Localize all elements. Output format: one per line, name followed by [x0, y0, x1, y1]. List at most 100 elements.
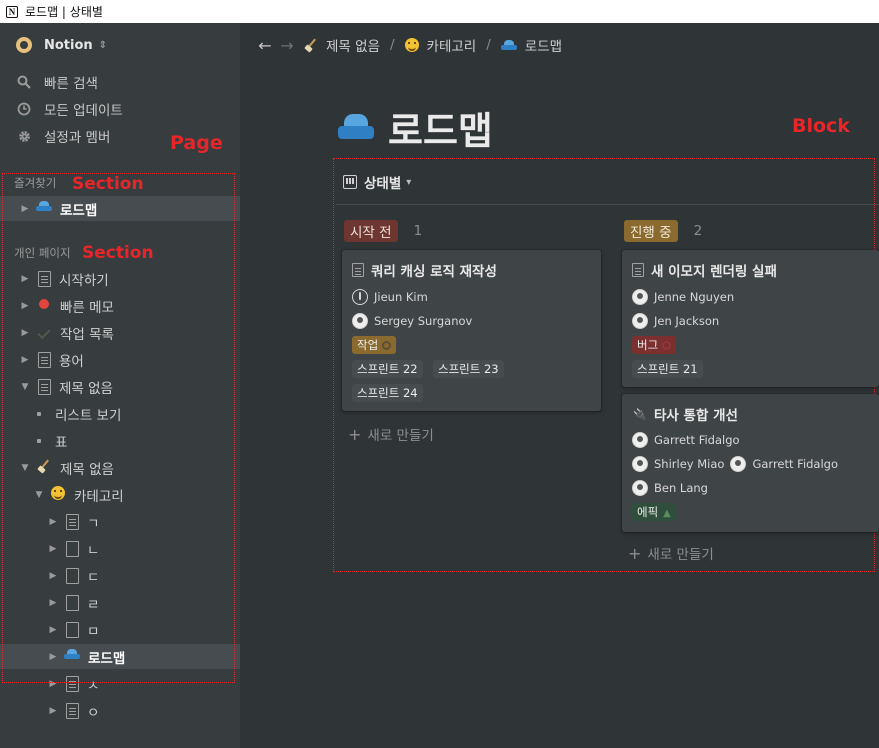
page-title[interactable]: 로드맵	[338, 100, 493, 155]
plug-icon: 🔌	[633, 407, 647, 421]
card-title-text: 새 이모지 렌더링 실패	[651, 264, 777, 280]
avatar	[352, 313, 368, 329]
menu-label: 설정과 멤버	[44, 130, 111, 146]
avatar	[632, 480, 648, 496]
page-icon	[632, 263, 644, 277]
wrench-icon	[382, 341, 392, 350]
new-button-label: 새로 만들기	[367, 428, 434, 444]
board-column-header-in-progress[interactable]: 진행 중 2	[624, 220, 702, 242]
breadcrumb-label: 카테고리	[426, 39, 477, 55]
avatar	[632, 456, 648, 472]
page-icon	[352, 263, 364, 277]
smiley-icon	[404, 38, 419, 52]
topbar: ← → 제목 없음 / 카테고리 / 로드맵	[240, 23, 879, 67]
sidebar-item-label: ㅇ	[87, 704, 100, 721]
settings-members-button[interactable]: 설정과 멤버	[16, 126, 110, 146]
clock-icon	[16, 101, 32, 117]
new-card-button-not-started[interactable]: + 새로 만들기	[348, 424, 434, 445]
car-icon	[338, 113, 374, 142]
workspace-switcher[interactable]: Notion ⇕	[16, 37, 107, 53]
search-icon	[16, 74, 32, 90]
window-title: 로드맵 | 상태별	[25, 5, 103, 19]
type-tag-label: 작업	[357, 338, 379, 352]
avatar	[632, 289, 648, 305]
mountain-icon: ▲	[663, 508, 671, 519]
breadcrumb-separator: /	[486, 37, 491, 53]
page-title-text: 로드맵	[388, 109, 493, 153]
assignee: Jen Jackson	[632, 313, 719, 329]
workspace-icon	[16, 37, 32, 53]
annotation-page: Page	[170, 132, 223, 154]
breadcrumb-category[interactable]: 카테고리	[404, 35, 477, 55]
status-tag: 시작 전	[344, 220, 398, 242]
sprint-tag: 스프린트 22	[352, 360, 423, 378]
assignee-name: Garrett Fidalgo	[654, 433, 740, 447]
assignee: Ben Lang	[632, 480, 708, 496]
type-tag: 작업	[352, 336, 397, 354]
notion-logo-icon: N	[6, 5, 18, 18]
forward-arrow-icon[interactable]: →	[276, 36, 298, 55]
breadcrumb-label: 로드맵	[524, 39, 563, 55]
chevron-down-icon: ▾	[406, 176, 412, 188]
assignee-name: Shirley Miao	[654, 457, 725, 471]
new-button-label: 새로 만들기	[647, 547, 714, 563]
avatar	[352, 289, 368, 305]
view-name: 상태별	[364, 176, 402, 192]
board-card[interactable]: 쿼리 캐싱 로직 재작성 Jieun Kim Sergey Surganov 작…	[342, 250, 601, 411]
avatar	[632, 432, 648, 448]
breadcrumb-roadmap[interactable]: 로드맵	[500, 35, 563, 55]
plus-icon: +	[628, 543, 642, 563]
window-titlebar: N 로드맵 | 상태별	[0, 0, 879, 23]
assignee: Jenne Nguyen	[632, 289, 734, 305]
card-title: 🔌 타사 통합 개선	[632, 404, 738, 425]
gear-icon	[16, 128, 32, 144]
assignee-name: Ben Lang	[654, 481, 708, 495]
broom-icon	[304, 38, 318, 52]
updown-chevron-icon: ⇕	[98, 39, 108, 51]
sprint-tag: 스프린트 21	[632, 360, 703, 378]
sidebar-item-ieung[interactable]: ▶ ㅇ	[0, 698, 240, 723]
avatar	[632, 313, 648, 329]
status-tag: 진행 중	[624, 220, 678, 242]
card-title: 새 이모지 렌더링 실패	[632, 260, 777, 280]
view-selector[interactable]: 상태별 ▾	[343, 172, 411, 192]
assignee-name: Sergey Surganov	[374, 314, 473, 328]
assignee-name: Jenne Nguyen	[654, 290, 735, 304]
new-card-button-in-progress[interactable]: + 새로 만들기	[628, 543, 714, 564]
board-view-icon	[343, 175, 357, 189]
all-updates-button[interactable]: 모든 업데이트	[16, 99, 123, 119]
type-tag: 버그	[632, 336, 677, 354]
column-count: 1	[413, 223, 423, 239]
board-column-header-not-started[interactable]: 시작 전 1	[344, 220, 422, 242]
back-arrow-icon[interactable]: ←	[254, 36, 276, 55]
avatar	[730, 456, 747, 472]
type-tag-label: 버그	[637, 338, 659, 352]
breadcrumb-untitled[interactable]: 제목 없음	[304, 35, 380, 55]
assignee-name: Garrett Fidalgo	[752, 457, 839, 471]
assignee: Shirley Miao Garrett Fidalgo	[632, 456, 838, 472]
breadcrumb-separator: /	[389, 37, 395, 53]
car-icon	[500, 39, 517, 51]
card-title: 쿼리 캐싱 로직 재작성	[352, 260, 497, 280]
menu-label: 모든 업데이트	[44, 103, 123, 119]
annotation-block: Block	[792, 115, 850, 137]
workspace-name: Notion	[44, 37, 93, 53]
bug-icon	[662, 341, 672, 350]
section-highlight-box	[2, 173, 235, 683]
sprint-tag: 스프린트 24	[352, 384, 423, 402]
view-divider	[336, 204, 879, 205]
breadcrumb-label: 제목 없음	[326, 39, 380, 55]
type-tag: 에픽 ▲	[632, 503, 676, 521]
board-card[interactable]: 새 이모지 렌더링 실패 Jenne Nguyen Jen Jackson 버그…	[622, 250, 879, 387]
page-icon	[66, 702, 79, 719]
assignee-name: Jieun Kim	[374, 290, 428, 304]
board-card[interactable]: 🔌 타사 통합 개선 Garrett Fidalgo Shirley Miao …	[622, 394, 879, 532]
quick-search-button[interactable]: 빠른 검색	[16, 72, 98, 92]
assignee: Garrett Fidalgo	[632, 432, 740, 448]
assignee-name: Jen Jackson	[654, 314, 720, 328]
column-count: 2	[693, 223, 703, 239]
assignee: Sergey Surganov	[352, 313, 472, 329]
plus-icon: +	[348, 424, 362, 444]
assignee: Jieun Kim	[352, 289, 428, 305]
expand-triangle-icon[interactable]: ▶	[48, 706, 58, 716]
